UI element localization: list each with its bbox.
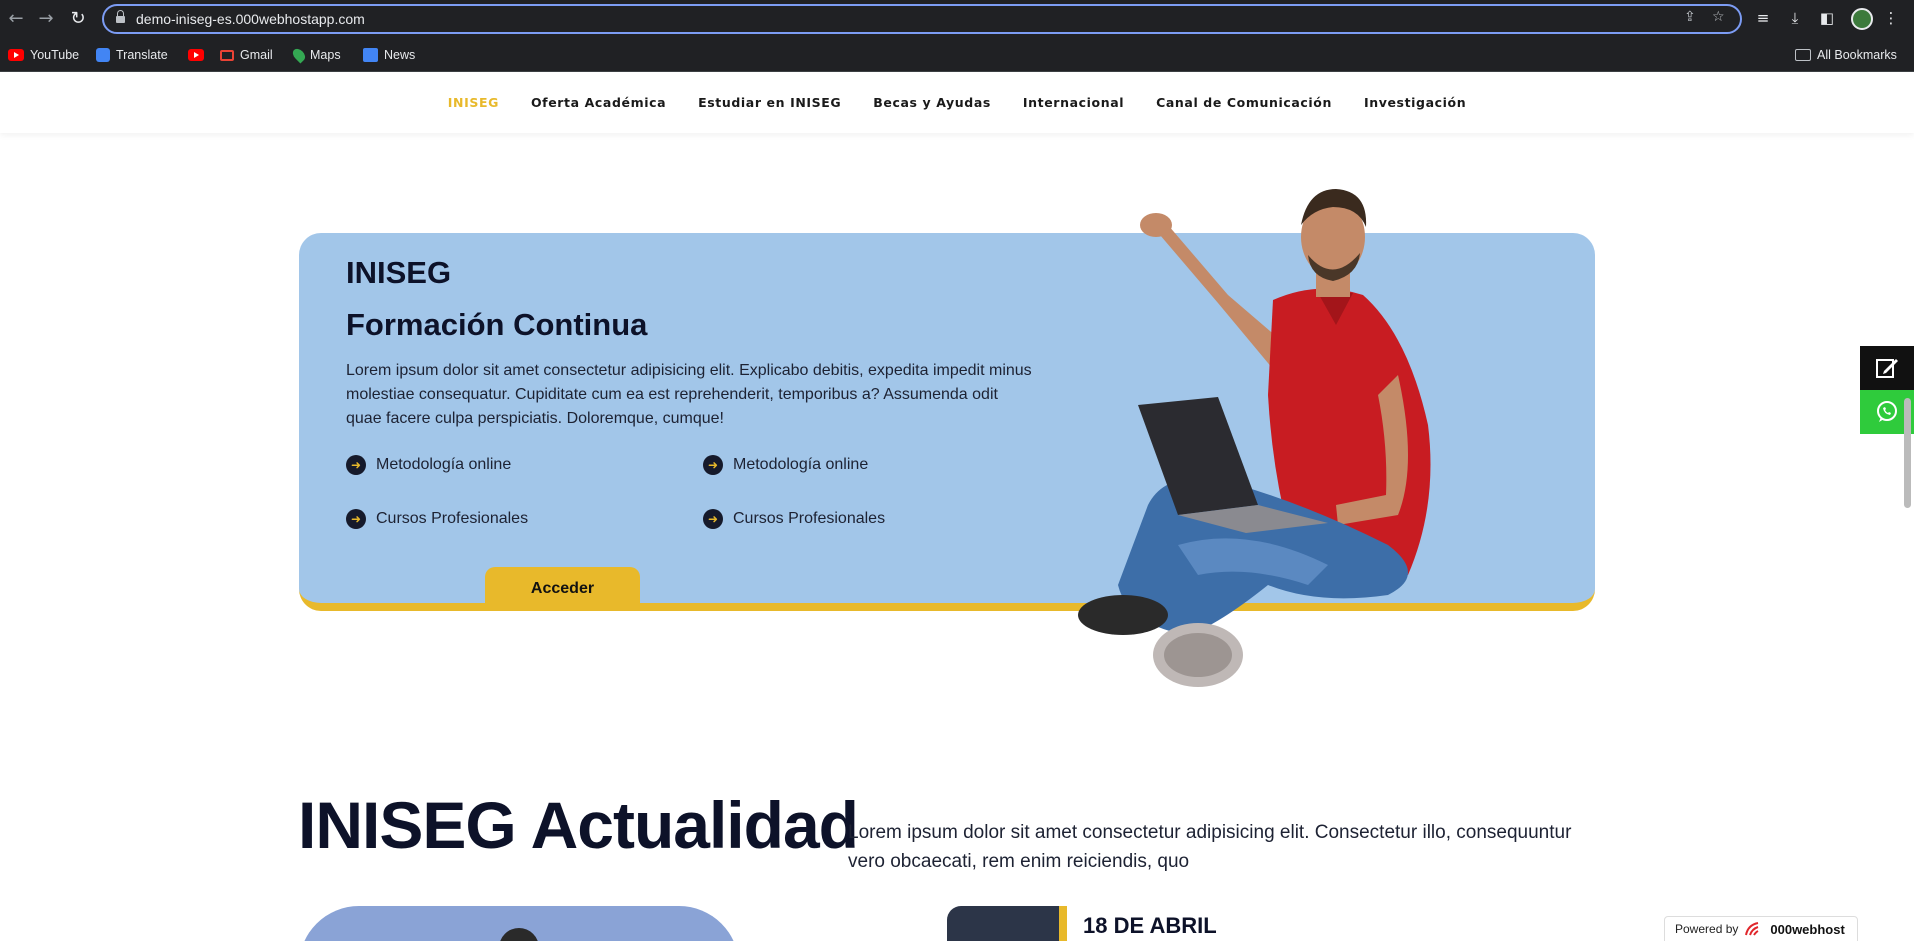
- news-description: Lorem ipsum dolor sit amet consectetur a…: [848, 822, 1572, 872]
- nav-canal[interactable]: Canal de Comunicación: [1156, 95, 1332, 110]
- hero-photo-student: [1078, 189, 1431, 687]
- hero-title: Formación Continua: [346, 307, 648, 342]
- acceder-button[interactable]: Acceder: [485, 567, 640, 611]
- bookmark-youtube[interactable]: YouTube: [8, 46, 79, 64]
- bookmark-gmail[interactable]: Gmail: [220, 46, 273, 64]
- feature-item: ➜ Metodología online: [346, 455, 511, 475]
- folder-icon: [1795, 49, 1811, 61]
- bookmark-news[interactable]: News: [363, 46, 415, 64]
- site-nav: INISEG Oferta Académica Estudiar en INIS…: [0, 73, 1914, 133]
- nav-links: INISEG Oferta Académica Estudiar en INIS…: [0, 95, 1914, 110]
- news-icon: [363, 48, 378, 62]
- hero-brand: INISEG: [346, 255, 452, 290]
- page-content: INISEG Oferta Académica Estudiar en INIS…: [0, 73, 1914, 941]
- news-feature-image[interactable]: [299, 906, 739, 941]
- arrow-right-icon: ➜: [346, 455, 366, 475]
- youtube-icon: [8, 49, 24, 61]
- gmail-icon: [220, 49, 234, 61]
- reload-icon[interactable]: ↻: [66, 7, 90, 31]
- url-text: demo-iniseg-es.000webhostapp.com: [136, 11, 365, 27]
- bookmarks-bar: YouTube Translate Gmail Maps News All Bo…: [0, 38, 1914, 72]
- share-icon[interactable]: ⇪: [1684, 9, 1696, 25]
- side-panel-icon[interactable]: ◧: [1816, 7, 1838, 29]
- edit-float-button[interactable]: [1860, 346, 1914, 390]
- menu-icon[interactable]: ⋮: [1880, 7, 1902, 29]
- youtube-icon: [188, 49, 204, 61]
- star-icon[interactable]: ☆: [1712, 9, 1725, 25]
- news-heading: INISEG Actualidad: [298, 788, 859, 862]
- powered-by-badge[interactable]: Powered by 000webhost: [1664, 916, 1858, 941]
- nav-iniseg[interactable]: INISEG: [448, 95, 499, 110]
- feature-item: ➜ Cursos Profesionales: [703, 509, 885, 529]
- bookmark-maps[interactable]: Maps: [290, 46, 341, 64]
- lock-icon: [116, 10, 125, 24]
- news-date: 18 DE ABRIL: [1083, 913, 1217, 938]
- maps-icon: [290, 46, 308, 64]
- download-icon[interactable]: ⤓: [1784, 7, 1806, 29]
- all-bookmarks[interactable]: All Bookmarks: [1795, 46, 1897, 64]
- nav-investigacion[interactable]: Investigación: [1364, 95, 1466, 110]
- whatsapp-icon: [1877, 401, 1897, 422]
- nav-internacional[interactable]: Internacional: [1023, 95, 1124, 110]
- nav-oferta-academica[interactable]: Oferta Académica: [531, 95, 666, 110]
- address-bar[interactable]: demo-iniseg-es.000webhostapp.com ⇪ ☆: [102, 4, 1742, 34]
- nav-becas[interactable]: Becas y Ayudas: [873, 95, 991, 110]
- feature-item: ➜ Metodología online: [703, 455, 868, 475]
- profile-avatar[interactable]: [1851, 8, 1873, 30]
- forward-icon[interactable]: →: [34, 7, 58, 31]
- edit-icon: [1876, 359, 1898, 378]
- bookmark-youtube-2[interactable]: [188, 46, 204, 64]
- arrow-right-icon: ➜: [703, 455, 723, 475]
- reading-list-icon[interactable]: ≡: [1752, 7, 1774, 29]
- hero-description: Lorem ipsum dolor sit amet consectetur a…: [346, 362, 1032, 427]
- arrow-right-icon: ➜: [346, 509, 366, 529]
- webhost-logo-icon: [1745, 922, 1759, 936]
- arrow-right-icon: ➜: [703, 509, 723, 529]
- page-scrollbar[interactable]: [1904, 398, 1911, 508]
- bookmark-translate[interactable]: Translate: [96, 46, 168, 64]
- nav-estudiar[interactable]: Estudiar en INISEG: [698, 95, 841, 110]
- feature-item: ➜ Cursos Profesionales: [346, 509, 528, 529]
- back-icon[interactable]: ←: [4, 7, 28, 31]
- news-thumbnail[interactable]: [947, 906, 1067, 941]
- translate-icon: [96, 48, 110, 62]
- browser-toolbar: ← → ↻ demo-iniseg-es.000webhostapp.com ⇪…: [0, 0, 1914, 38]
